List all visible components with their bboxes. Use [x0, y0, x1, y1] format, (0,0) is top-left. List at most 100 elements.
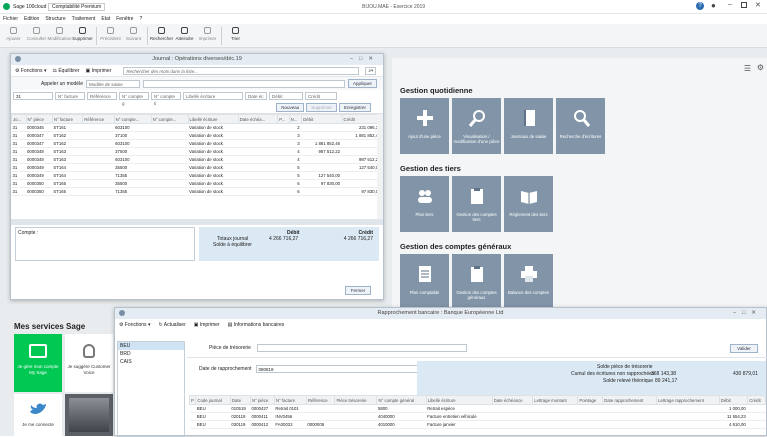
bank-info-button[interactable]: ▤ Informations bancaires [228, 322, 285, 328]
refresh-button[interactable]: ↻ Actualiser [158, 322, 185, 328]
table-cell: ST165 [52, 187, 83, 196]
toolbar-view-button[interactable]: Consulter [25, 24, 48, 41]
toolbar-delete-button[interactable]: Supprimer [71, 24, 94, 41]
close-icon[interactable]: ✕ [755, 1, 761, 9]
rappro-print-button[interactable]: ▣ Imprimer [194, 322, 220, 328]
toolbar-goto-button[interactable]: Atteindre [173, 24, 196, 41]
toolbar-previous-button[interactable]: Précédent [99, 24, 122, 41]
table-column-header: Lettrage rapprochement [656, 395, 720, 405]
table-cell: 31 [11, 163, 27, 172]
menu-fichier[interactable]: Fichier [3, 16, 18, 22]
rappro-functions-menu[interactable]: ⚙ Fonctions ▾ [119, 322, 150, 328]
journal-list-item[interactable]: CAIS [118, 358, 184, 366]
save-button[interactable]: Enregistrer [338, 102, 371, 112]
model-select[interactable]: Modèle de saisie [85, 79, 140, 88]
toolbar-print-button[interactable]: Imprimer [196, 24, 219, 41]
table-row[interactable]: BEU 030119 0000412 FA00022 0000005 4010000 Fac… [189, 420, 766, 429]
help-icon[interactable]: ? [696, 2, 704, 10]
journal-list-item[interactable]: BEU [118, 342, 184, 350]
plus-icon [10, 27, 17, 34]
validate-button[interactable]: Valider [730, 344, 758, 353]
entry-credit-input[interactable]: Crédit [305, 91, 337, 100]
entry-day-input[interactable]: 31 [13, 91, 53, 100]
tile-gestion-comptes-tiers[interactable]: Gestion des comptes tiers [452, 176, 501, 232]
date-input[interactable]: 080819 [255, 365, 442, 373]
entry-label-input[interactable]: Libellé écriture [183, 91, 243, 100]
table-cell [277, 139, 290, 148]
model-name-input[interactable] [142, 79, 345, 88]
menu-fenetre[interactable]: Fenêtre [116, 16, 133, 22]
window-controls[interactable]: –□✕ [350, 54, 379, 65]
toolbar-add-button[interactable]: Ajouter [2, 24, 25, 41]
service-mysage[interactable]: Je gère mon compte My Sage [14, 334, 62, 392]
table-cell [334, 404, 377, 413]
apply-button[interactable]: Appliquer [347, 79, 377, 88]
table-cell: Facture entretien véhicule [426, 412, 493, 421]
table-cell [492, 420, 533, 429]
tile-view-piece[interactable]: Visualisation / modification d'une pièce [452, 98, 501, 154]
journal-list-item[interactable]: BRD [118, 350, 184, 358]
table-cell [238, 155, 278, 164]
table-row[interactable]: BEU 020119 0000411 INV0456 4040000 Facture en… [189, 412, 766, 421]
user-icon[interactable]: ● [711, 1, 716, 10]
menu-edition[interactable]: Edition [24, 16, 39, 22]
tile-plan-tiers[interactable]: Plan tiers [400, 176, 449, 232]
gear-icon[interactable]: ⚙ [757, 63, 764, 72]
menu-etat[interactable]: Etat [101, 16, 110, 22]
table-cell: Variation de stock [188, 163, 239, 172]
table-row[interactable]: 31 0000350 ST165 71355 Variation de stock 6 97… [11, 187, 383, 196]
toolbar-next-button[interactable]: Suivant [122, 24, 145, 41]
table-row[interactable]: 31 0000347 ST162 37100 Variation de stock 3 1 … [11, 131, 383, 140]
table-cell [532, 412, 578, 421]
entry-reference-input[interactable]: Référence [87, 91, 117, 100]
entry-invoice-input[interactable]: N° facture [55, 91, 85, 100]
delete-entry-button[interactable]: Supprimer [306, 102, 337, 112]
entry-date-input[interactable]: Date éc [245, 91, 267, 100]
piece-input[interactable] [256, 344, 467, 352]
tile-add-piece[interactable]: Ajout d'une pièce [400, 98, 449, 154]
table-row[interactable]: 31 0000349 ST164 35500 Variation de stock 5 12… [11, 163, 383, 172]
menu-structure[interactable]: Structure [45, 16, 65, 22]
tile-journaux[interactable]: Journaux de saisie [504, 98, 553, 154]
open-book-icon [519, 186, 539, 206]
module-selector[interactable]: Comptabilité Premium [48, 3, 106, 11]
print-button[interactable]: ▣ Imprimer [85, 68, 111, 74]
table-row[interactable]: 31 0000348 ST163 37500 Variation de stock 4 98… [11, 147, 383, 156]
table-row[interactable]: BEU 010519 0000427 Retrait 0101 5800 Retrait … [189, 404, 766, 413]
functions-menu[interactable]: ⚙ Fonctions ▾ [15, 68, 46, 74]
list-view-icon[interactable]: ☰ [744, 64, 751, 73]
table-cell [747, 412, 766, 421]
entry-general-account-input[interactable]: N° compte g [119, 91, 149, 106]
window-controls[interactable]: –□✕ [733, 308, 762, 319]
menu-help[interactable]: ? [139, 16, 142, 22]
entry-debit-input[interactable]: Débit [269, 91, 303, 100]
table-row[interactable]: 31 0000347 ST162 603100 Variation de stock 3 1… [11, 139, 383, 148]
vertical-scrollbar[interactable] [377, 114, 383, 219]
minimize-icon[interactable]: – [728, 1, 732, 8]
close-button[interactable]: Fermer [345, 286, 371, 295]
service-customer-voice[interactable]: Je suggère Customer Voice [65, 334, 113, 392]
entry-third-account-input[interactable]: N° compte ti [151, 91, 181, 106]
table-row[interactable]: 31 0000349 ST164 71355 Variation de stock 5 12… [11, 171, 383, 180]
table-cell [277, 123, 290, 132]
table-row[interactable]: 31 0000346 ST161 603100 Variation de stock 2 2… [11, 123, 383, 132]
menu-traitement[interactable]: Traitement [72, 16, 96, 22]
balance-button[interactable]: ⚖ Équilibrer [52, 68, 79, 74]
table-row[interactable]: 31 0000348 ST163 603100 Variation de stock 4 9… [11, 155, 383, 164]
tile-reglement-tiers[interactable]: Réglement des tiers [504, 176, 553, 232]
journal-search-input[interactable]: Rechercher des mots dans la liste... [123, 66, 360, 75]
tile-gestion-comptes-generaux[interactable]: Gestion des comptes généraux [452, 254, 501, 310]
service-twitter[interactable]: Je me connecte [14, 394, 62, 436]
search-icon[interactable]: ⌕▾ [365, 66, 377, 75]
toolbar-search-button[interactable]: Rechercher [150, 24, 173, 41]
table-cell: 4 [289, 155, 302, 164]
toolbar-sort-button[interactable]: Trier [224, 24, 247, 41]
new-button[interactable]: Nouveau [276, 102, 305, 112]
table-row[interactable]: 31 0000350 ST165 35500 Variation de stock 6 97… [11, 179, 383, 188]
tile-balance-comptes[interactable]: Balance des comptes [504, 254, 553, 310]
maximize-icon[interactable] [741, 2, 747, 8]
service-community[interactable] [65, 394, 113, 436]
tile-recherche-ecritures[interactable]: Recherche d'écritures [556, 98, 605, 154]
toolbar-edit-button[interactable]: Modification [48, 24, 72, 41]
tile-plan-comptable[interactable]: Plan comptable [400, 254, 449, 310]
